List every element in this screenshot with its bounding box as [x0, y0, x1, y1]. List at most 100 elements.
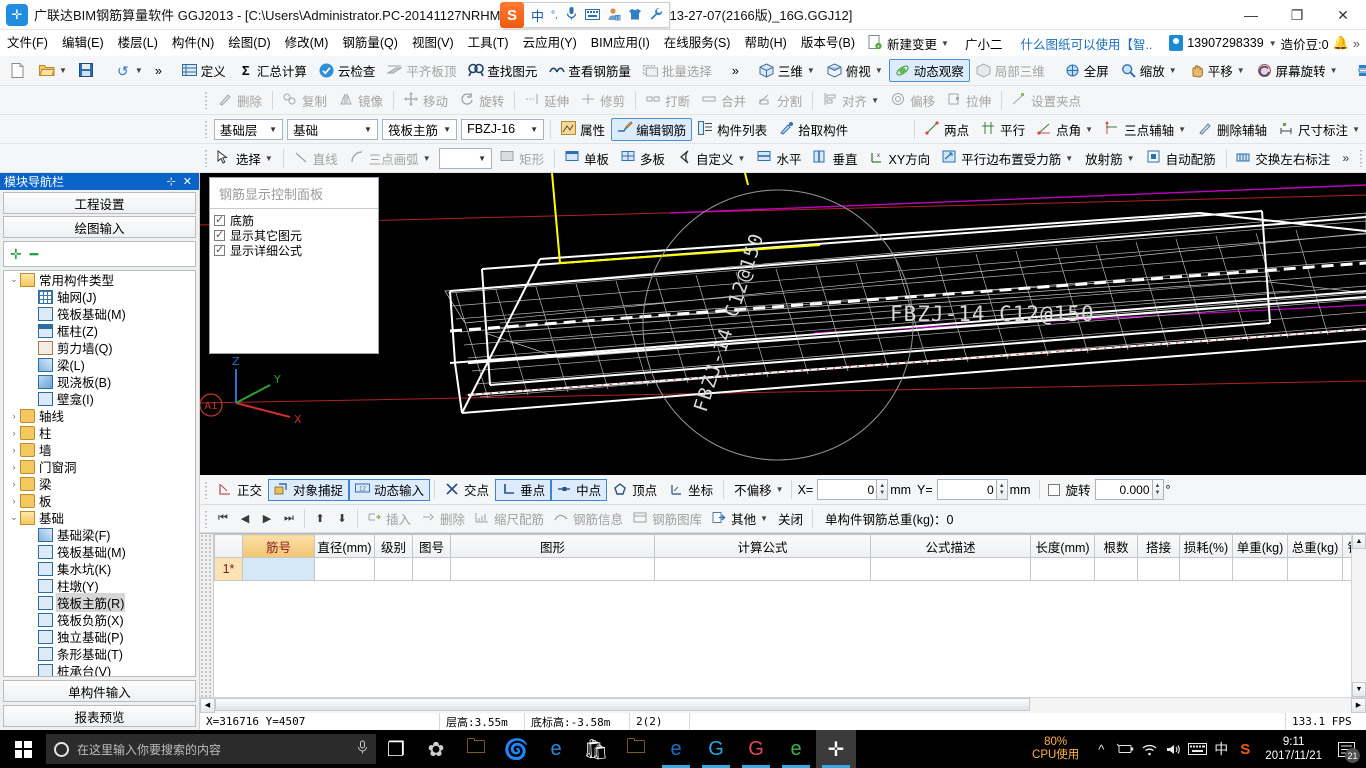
task-view-icon[interactable]: ❐ [376, 730, 416, 768]
toolbar-grip-end[interactable] [1358, 149, 1364, 167]
snap-intersection[interactable]: 交点 [439, 479, 495, 501]
file-explorer-pinned-icon[interactable]: 🗀 [456, 730, 496, 768]
screen-rotate-button[interactable]: 屏幕旋转 ▼ [1251, 59, 1344, 82]
ime-user-icon[interactable]: 13 [607, 7, 621, 24]
x-input[interactable]: 0 [817, 479, 877, 500]
ime-microphone-icon[interactable] [565, 6, 578, 24]
table-cell[interactable] [1180, 558, 1233, 581]
table-cell[interactable] [1031, 558, 1095, 581]
menu-item-cloud-apps[interactable]: 云应用(Y) [516, 32, 584, 54]
category-select[interactable]: 基础▼ [287, 119, 378, 140]
open-chevron-down-icon[interactable]: ▼ [59, 66, 67, 75]
dynamic-input-toggle[interactable]: 12 动态输入 [349, 479, 430, 501]
ortho-toggle[interactable]: 正交 [212, 479, 268, 501]
rebar-panel-option-show-detailed-formula[interactable]: 显示详细公式 [214, 243, 378, 258]
two-point-axis-button[interactable]: 两点 [919, 118, 975, 141]
define-button[interactable]: 定义 [176, 59, 232, 82]
maximize-button[interactable]: ❐ [1274, 0, 1320, 30]
close-table-button[interactable]: 关闭 [773, 508, 808, 530]
table-header-13[interactable]: 总重(kg) [1288, 535, 1343, 558]
pan-chevron-down-icon[interactable]: ▼ [1237, 66, 1245, 75]
table-cell[interactable] [655, 558, 871, 581]
table-vertical-scrollbar[interactable]: ▲ ▼ [1351, 534, 1366, 697]
chevron-down-icon[interactable]: ▼ [941, 39, 949, 48]
checkbox-icon[interactable] [214, 215, 225, 226]
chevron-down-icon[interactable]: ⌄ [8, 274, 20, 285]
sidebar-report-preview-button[interactable]: 报表预览 [3, 705, 196, 727]
sidebar-single-component-input-button[interactable]: 单构件输入 [3, 680, 196, 702]
table-header-9[interactable]: 根数 [1095, 535, 1138, 558]
table-header-7[interactable]: 公式描述 [871, 535, 1031, 558]
ggj-app-icon[interactable]: ✛ [816, 730, 856, 768]
table-header-4[interactable]: 图号 [413, 535, 451, 558]
line-tool-button[interactable]: 直线 [288, 147, 344, 170]
custom-tool-button[interactable]: 自定义▼ [671, 147, 751, 170]
ime-keyboard-icon[interactable] [585, 8, 600, 23]
batch-select-button[interactable]: 批量选择 [637, 59, 718, 82]
scroll-right-button[interactable]: ▶ [1351, 698, 1366, 713]
taskbar-clock[interactable]: 9:11 2017/11/21 [1257, 735, 1330, 763]
offset-mode-select[interactable]: 不偏移 ▼ [728, 479, 786, 501]
delete-row-button[interactable]: 删除 [416, 508, 470, 530]
table-header-12[interactable]: 单重(kg) [1233, 535, 1288, 558]
keyboard-icon[interactable] [1185, 730, 1209, 768]
table-cell[interactable] [1095, 558, 1138, 581]
row-header-cell[interactable]: 1* [215, 558, 243, 581]
close-icon[interactable]: ✕ [183, 175, 192, 188]
chevron-right-icon[interactable]: › [8, 411, 20, 421]
snapbar-grip[interactable] [203, 481, 210, 499]
three-point-chevron-down-icon[interactable]: ▼ [1178, 125, 1186, 134]
split-button[interactable]: 分割 [752, 89, 808, 112]
table-body[interactable]: 1* [215, 558, 1352, 581]
toolbar1-overflow-button[interactable]: » [149, 59, 168, 82]
rebar-library-button[interactable]: 钢筋图库 [628, 508, 707, 530]
xy-direction-button[interactable]: xXY方向 [864, 147, 937, 170]
tree-item-7[interactable]: 壁龛(I) [4, 390, 195, 407]
minimize-button[interactable]: — [1228, 0, 1274, 30]
table-header-3[interactable]: 级别 [375, 535, 413, 558]
tree-item-9[interactable]: ›柱 [4, 424, 195, 441]
rebar-panel-option-show-other-elements[interactable]: 显示其它图元 [214, 228, 378, 243]
chevron-down-icon[interactable]: ▼ [266, 125, 280, 134]
insert-row-button[interactable]: 插入 [362, 508, 416, 530]
rotate-input[interactable]: 0.000 [1095, 479, 1153, 500]
menu-item-component[interactable]: 构件(N) [165, 32, 221, 54]
zoom-button[interactable]: 缩放 ▼ [1115, 59, 1183, 82]
expand-all-icon[interactable]: ✛ [10, 246, 22, 263]
ime-settings-wrench-icon[interactable] [649, 7, 663, 24]
tree-item-1[interactable]: 轴网(J) [4, 288, 195, 305]
undo-button[interactable]: ↺ ▼ [109, 59, 149, 82]
menu-item-modify[interactable]: 修改(M) [278, 32, 336, 54]
pan-button[interactable]: 平移 ▼ [1183, 59, 1251, 82]
toolbar-grip[interactable] [203, 120, 210, 138]
table-cell[interactable] [1138, 558, 1180, 581]
rectangle-tool-button[interactable]: 矩形 [494, 147, 550, 170]
table-row[interactable]: 1* [215, 558, 1352, 581]
component-select[interactable]: FBZJ-16▼ [461, 119, 544, 140]
swap-annotation-button[interactable]: 交换左右标注 [1230, 147, 1336, 170]
table-cell[interactable] [315, 558, 375, 581]
delete-axis-button[interactable]: 删除辅轴 [1192, 118, 1273, 141]
copy-button[interactable]: 复制 [277, 89, 333, 112]
move-down-button[interactable]: ⬇ [331, 509, 353, 529]
snap-perpendicular[interactable]: 垂点 [495, 479, 551, 501]
user-name-label[interactable]: 广小二 [955, 34, 1013, 53]
action-center-button[interactable]: 21 [1330, 730, 1362, 768]
rebar-table-scroll[interactable]: 筋号直径(mm)级别图号图形计算公式公式描述长度(mm)根数搭接损耗(%)单重(… [214, 534, 1351, 697]
other-button[interactable]: 其他▼ [707, 508, 773, 530]
vertical-button[interactable]: 垂直 [807, 147, 863, 170]
menu-item-floor[interactable]: 楼层(L) [111, 32, 165, 54]
dimension-button[interactable]: 尺寸标注▼ [1273, 118, 1366, 141]
break-button[interactable]: 打断 [640, 89, 696, 112]
partial-3d-button[interactable]: 局部三维 [970, 59, 1051, 82]
table-header-10[interactable]: 搭接 [1138, 535, 1180, 558]
table-header-14[interactable]: 钢筋归类 [1343, 535, 1352, 558]
new-file-button[interactable] [5, 59, 33, 82]
table-cell[interactable] [243, 558, 315, 581]
save-button[interactable] [73, 59, 101, 82]
component-type-select[interactable]: 筏板主筋▼ [382, 119, 457, 140]
edge-icon[interactable]: e [536, 730, 576, 768]
account-phone-label[interactable]: 13907298339 [1187, 36, 1263, 50]
hscroll-track[interactable] [215, 698, 1351, 713]
taskbar-search-box[interactable]: 在这里输入你要搜索的内容 [46, 734, 376, 764]
